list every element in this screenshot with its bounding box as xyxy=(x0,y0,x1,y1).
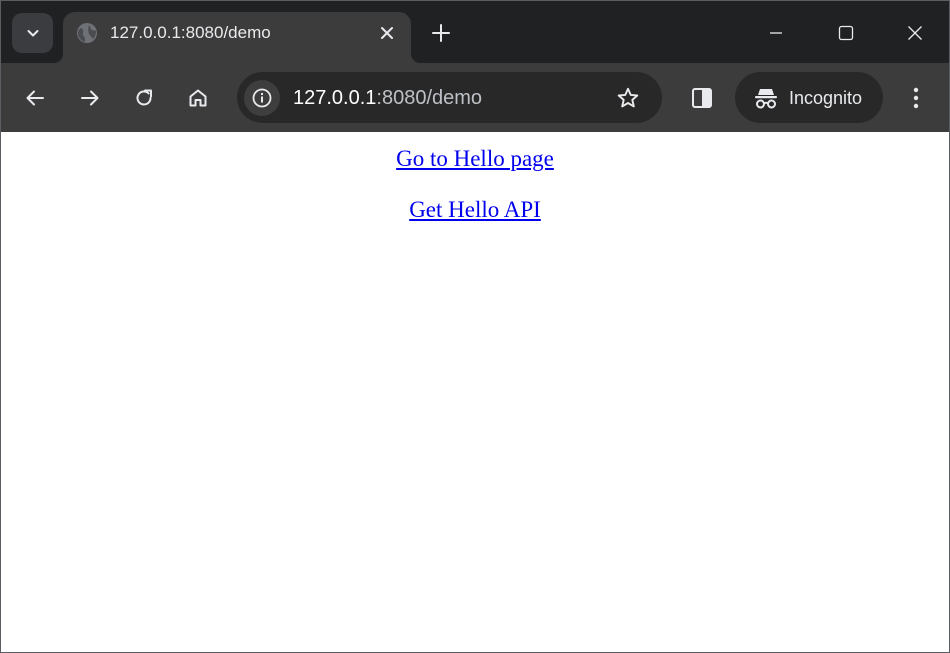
home-icon xyxy=(189,89,207,107)
maximize-button[interactable] xyxy=(823,13,869,53)
side-panel-button[interactable] xyxy=(684,80,720,116)
reload-button[interactable] xyxy=(126,80,162,116)
incognito-icon xyxy=(752,84,780,112)
page-content: Go to Hello page Get Hello API xyxy=(1,132,949,652)
browser-window: 127.0.0.1:8080/demo 127.0.0.1:8080/demo … xyxy=(0,0,950,653)
incognito-label: Incognito xyxy=(789,88,863,108)
active-tab[interactable]: 127.0.0.1:8080/demo xyxy=(53,12,421,63)
browser-menu-button[interactable] xyxy=(898,80,934,116)
minimize-button[interactable] xyxy=(753,13,799,53)
url-host: 127.0.0.1 xyxy=(293,87,377,109)
window-close-button[interactable] xyxy=(892,13,938,53)
address-bar[interactable]: 127.0.0.1:8080/demo xyxy=(237,72,662,123)
url-path: :8080/demo xyxy=(376,87,483,109)
bookmark-button[interactable] xyxy=(614,84,642,112)
globe-icon xyxy=(76,22,98,44)
arrow-left-icon xyxy=(26,90,44,106)
close-icon xyxy=(381,27,393,39)
incognito-profile-button[interactable]: Incognito xyxy=(735,72,883,123)
hello-api-link[interactable]: Get Hello API xyxy=(409,197,541,222)
new-tab-button[interactable] xyxy=(427,19,455,47)
arrow-right-icon xyxy=(81,90,99,106)
link-paragraph: Get Hello API xyxy=(1,196,949,223)
url-text[interactable]: 127.0.0.1:8080/demo xyxy=(293,86,482,110)
forward-button[interactable] xyxy=(72,80,108,116)
home-button[interactable] xyxy=(180,80,216,116)
plus-icon xyxy=(432,24,450,42)
link-paragraph: Go to Hello page xyxy=(1,145,949,172)
close-icon xyxy=(908,26,922,40)
maximize-icon xyxy=(838,25,854,41)
title-bar: 127.0.0.1:8080/demo xyxy=(1,1,949,63)
chevron-down-icon xyxy=(25,25,41,41)
more-vert-icon xyxy=(913,87,919,109)
tab-title: 127.0.0.1:8080/demo xyxy=(110,23,271,42)
minimize-icon xyxy=(770,32,782,34)
tab-search-button[interactable] xyxy=(12,13,53,53)
star-icon xyxy=(617,87,639,108)
site-info-button[interactable] xyxy=(244,80,280,116)
side-panel-icon xyxy=(692,88,712,108)
info-icon xyxy=(252,88,272,108)
browser-toolbar: 127.0.0.1:8080/demo Incognito xyxy=(1,63,949,132)
hello-page-link[interactable]: Go to Hello page xyxy=(396,146,554,171)
reload-icon xyxy=(136,89,152,106)
back-button[interactable] xyxy=(17,80,53,116)
tab-close-button[interactable] xyxy=(375,21,399,45)
